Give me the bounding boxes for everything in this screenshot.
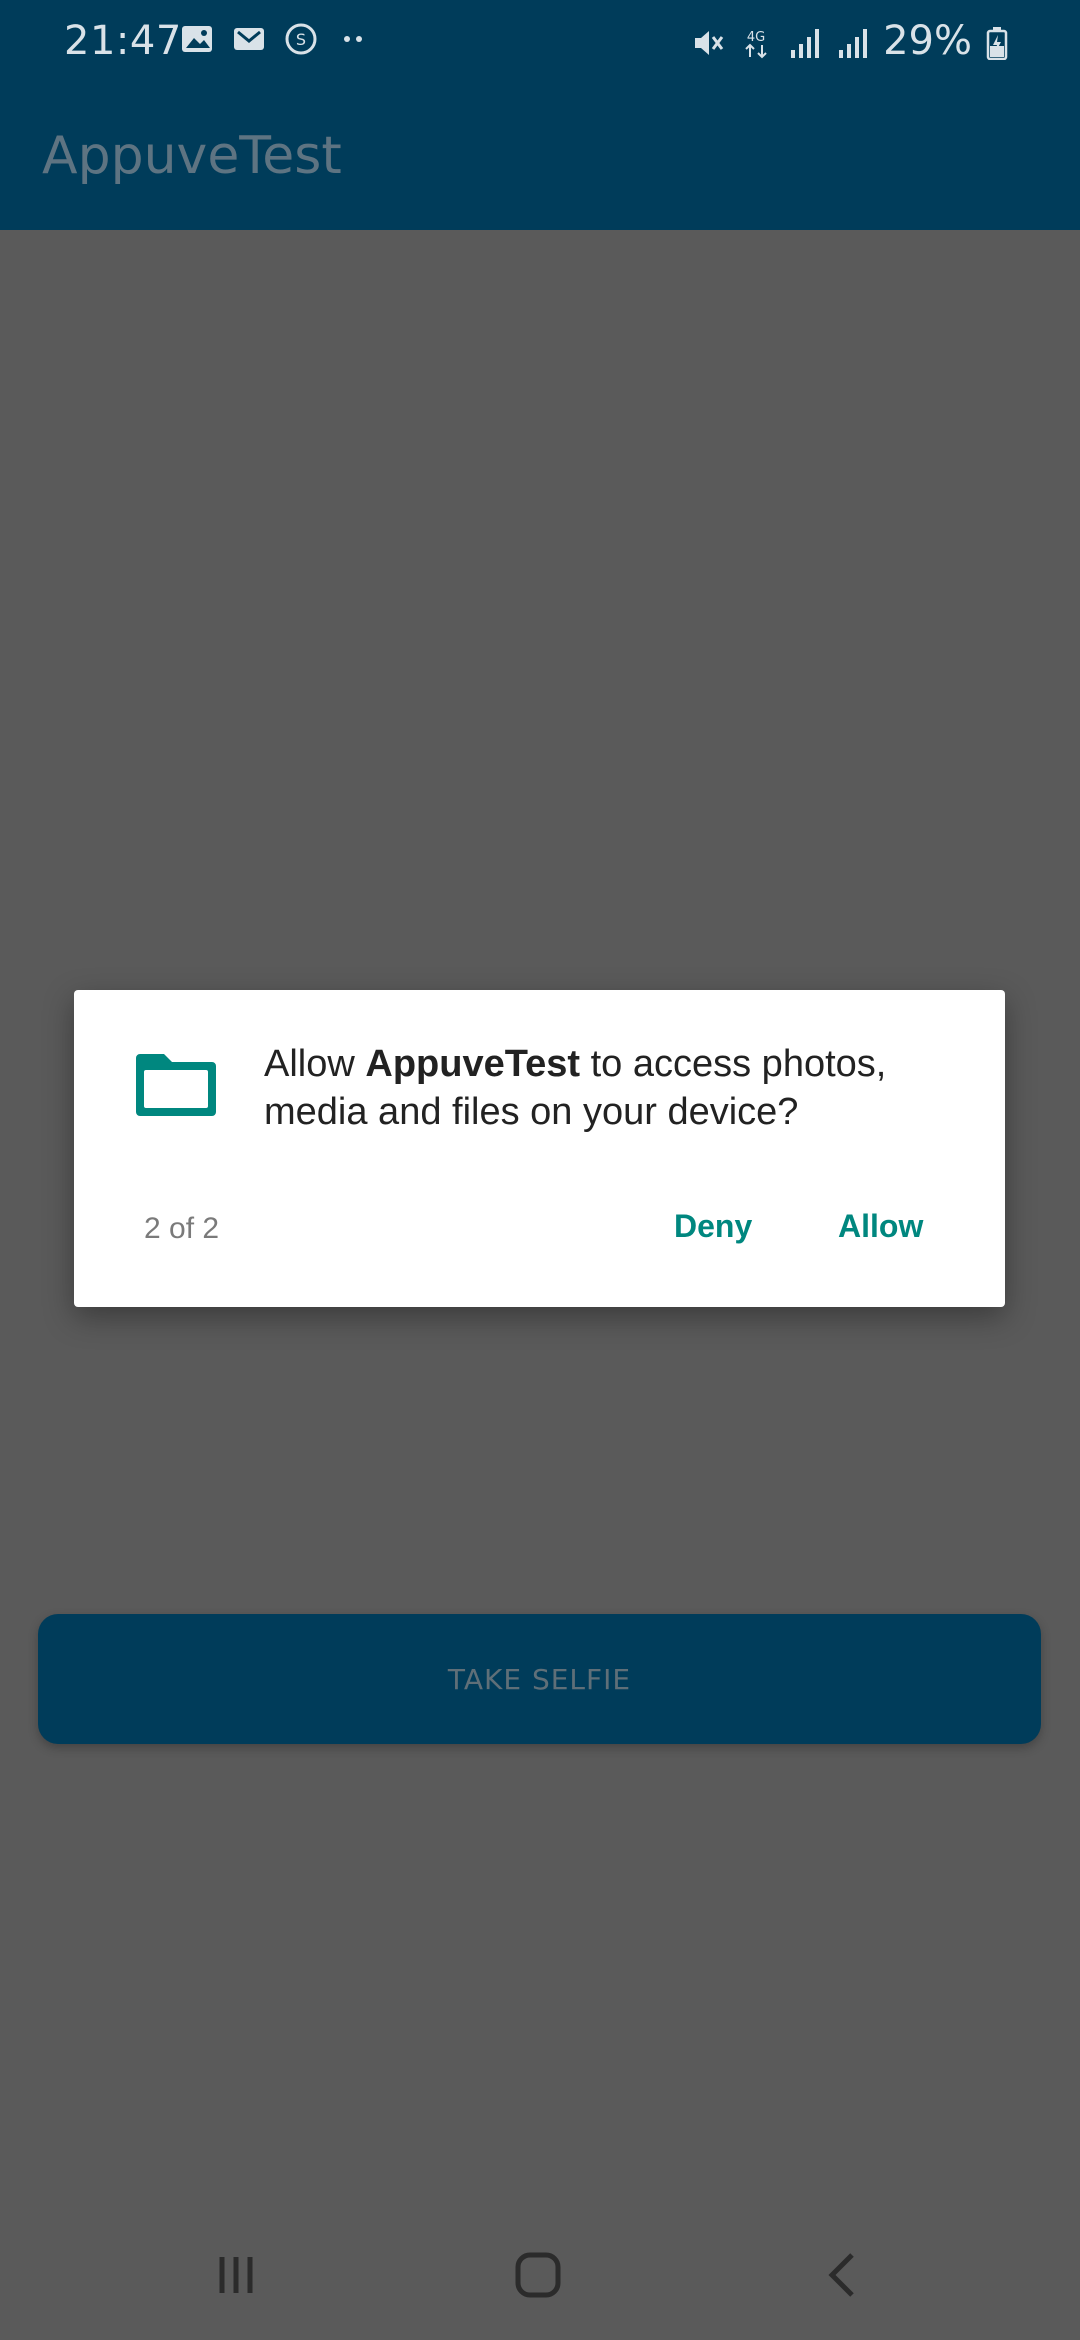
take-selfie-button[interactable]: TAKE SELFIE — [38, 1614, 1041, 1744]
svg-text:4G: 4G — [747, 30, 765, 45]
status-indicators: 4G 29% — [691, 18, 1020, 64]
deny-button[interactable]: Deny — [674, 1208, 752, 1245]
allow-button[interactable]: Allow — [838, 1208, 923, 1245]
status-time: 21:47 — [64, 18, 182, 64]
message-prefix: Allow — [264, 1043, 366, 1085]
notification-icons: S — [180, 22, 370, 56]
back-icon[interactable] — [802, 2240, 882, 2310]
permission-message: Allow AppuveTest to access photos, media… — [264, 1040, 964, 1136]
battery-charging-icon — [986, 24, 1020, 61]
app-title: AppuveTest — [42, 126, 342, 186]
permission-dialog: Allow AppuveTest to access photos, media… — [74, 990, 1005, 1307]
battery-percentage: 29% — [883, 18, 972, 64]
skype-icon: S — [284, 22, 318, 56]
message-app-name: AppuveTest — [365, 1043, 581, 1085]
status-bar: 21:47 S 4G 29% — [0, 0, 1080, 82]
signal-icon — [787, 24, 821, 58]
signal-icon — [835, 24, 869, 58]
gmail-icon — [232, 22, 266, 56]
recent-apps-icon[interactable] — [196, 2240, 276, 2310]
4g-data-icon: 4G — [739, 24, 773, 59]
permission-counter: 2 of 2 — [144, 1212, 220, 1245]
svg-text:S: S — [296, 30, 306, 49]
gallery-icon — [180, 22, 214, 56]
app-bar: AppuveTest — [0, 82, 1080, 230]
navigation-bar — [0, 2210, 1080, 2340]
home-icon[interactable] — [498, 2240, 578, 2310]
more-dots-icon — [336, 22, 370, 56]
folder-icon — [134, 1050, 218, 1118]
mute-icon — [691, 24, 725, 58]
